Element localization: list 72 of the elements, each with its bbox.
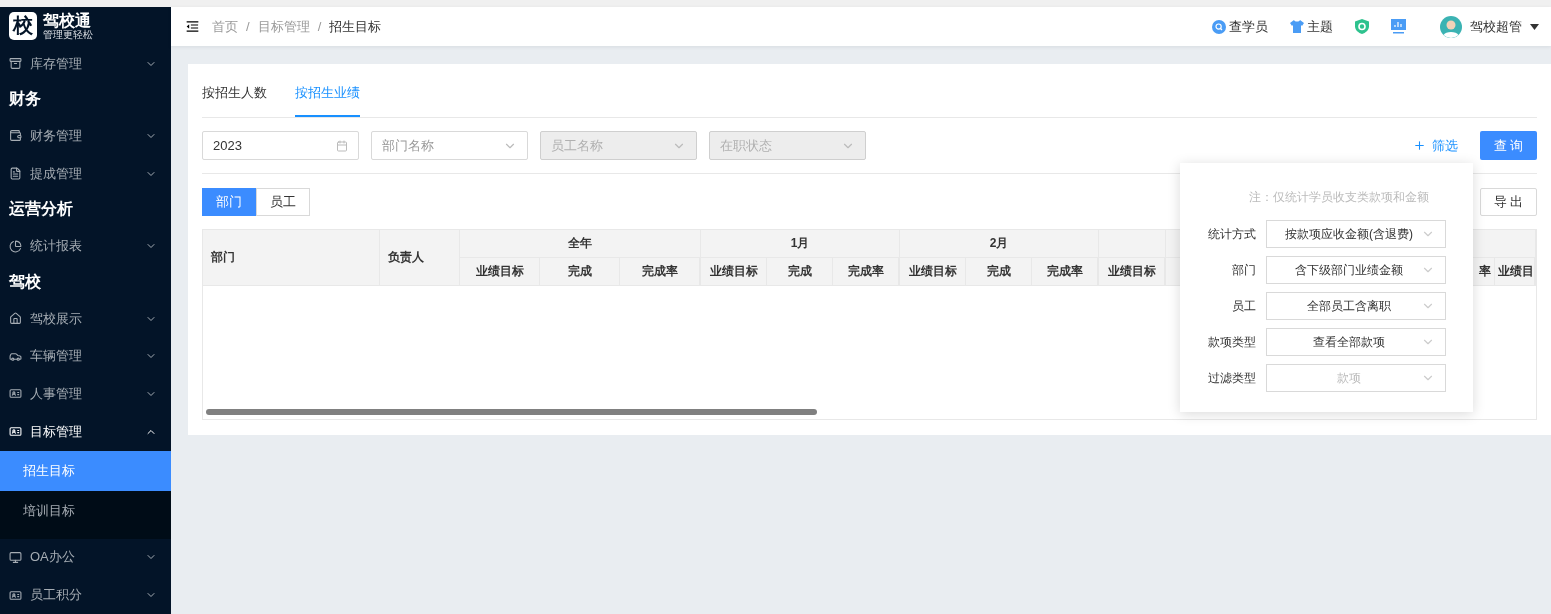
field-label: 员工 [1231,297,1256,315]
id-card-icon [9,588,22,602]
column-header: 业绩目标 [900,258,966,285]
column-header: 完成 [966,258,1032,285]
caret-icon[interactable] [1530,23,1539,30]
chart-icon [1391,19,1406,34]
column-header: 部门 [203,230,380,285]
view-toggle-button[interactable]: 员工 [256,187,310,216]
column-group-header: 1月 [701,230,899,258]
sidebar-menu-item[interactable]: OA办公 [0,538,171,577]
calendar-icon [336,139,348,152]
column-header: 业绩目标 [460,258,540,285]
breadcrumb-separator: / [317,19,322,34]
select-field[interactable]: 含下级部门业绩金额 [1266,256,1446,284]
sidebar-menu-item[interactable]: 提成管理 [0,154,171,193]
avatar-icon[interactable] [1440,15,1462,38]
column-group-header: 全年 [460,230,700,258]
field-label: 统计方式 [1207,225,1256,243]
logo-name: 驾校通 [43,11,92,29]
id-card-icon [9,425,22,439]
menu-section-heading: 驾校 [8,271,42,292]
sidebar-menu-item[interactable]: 目标管理 [0,412,171,451]
field-label: 款项类型 [1207,333,1256,351]
monitor-icon [9,550,22,564]
date-field[interactable]: 2023 [202,131,359,160]
field-label: 部门 [1231,261,1256,279]
column-header: 负责人 [380,230,460,285]
select-field[interactable]: 全部员工含离职 [1266,292,1446,320]
plus-icon [1413,139,1426,152]
column-header: 完成率 [1032,258,1098,285]
sidebar-menu-item[interactable]: 库存管理 [0,44,171,83]
toolbar-link[interactable]: 主题 [1307,17,1333,36]
column-header: 完成 [767,258,833,285]
column-header: 业绩目 [1495,258,1535,285]
select-field[interactable]: 按款项应收金额(含退费) [1266,220,1446,248]
sidebar-menu-item[interactable]: 驾校展示 [0,299,171,338]
pie-chart-icon [9,239,22,253]
sidebar-menu-item[interactable]: 人事管理 [0,375,171,413]
tab[interactable]: 按招生人数 [202,84,267,117]
shield-icon [1355,19,1369,34]
column-header: 完成率 [620,258,700,285]
sidebar-submenu-item[interactable]: 培训目标 [0,490,171,531]
column-header: 完成 [540,258,620,285]
menu-fold-icon[interactable] [185,19,200,34]
menu-section-heading: 运营分析 [8,199,74,220]
column-header: 完成率 [833,258,899,285]
toolbar-link[interactable]: 查学员 [1229,17,1268,36]
sidebar-menu-item[interactable]: 车辆管理 [0,337,171,376]
house-icon [9,312,22,326]
document-icon [9,167,22,181]
search-icon [1212,19,1226,34]
logo-slogan: 管理更轻松 [43,28,93,40]
archive-icon [9,57,22,71]
sidebar-menu-item[interactable]: 员工积分 [0,576,171,614]
column-header: 业绩目标 [1099,258,1165,285]
user-name[interactable]: 驾校超管 [1470,17,1522,36]
breadcrumb-separator: / [246,19,250,34]
logo-mark: 校 [9,11,37,40]
popover-note: 注：仅统计学员收支类款项和金额 [1247,189,1430,206]
field-label: 过滤类型 [1207,369,1256,387]
select-field[interactable]: 查看全部款项 [1266,328,1446,356]
wallet-icon [9,129,22,143]
breadcrumb-item: 招生目标 [329,17,382,36]
menu-section-heading: 财务 [8,89,42,110]
column-group-header: 2月 [900,230,1098,258]
id-card-icon [9,387,22,401]
shirt-icon [1290,20,1304,33]
sidebar-menu-item[interactable]: 统计报表 [0,227,171,265]
scrollbar-thumb[interactable] [206,409,817,415]
export-button[interactable]: 导 出 [1480,187,1537,216]
column-header: 业绩目标 [701,258,767,285]
sidebar-menu-item[interactable]: 财务管理 [0,117,171,155]
